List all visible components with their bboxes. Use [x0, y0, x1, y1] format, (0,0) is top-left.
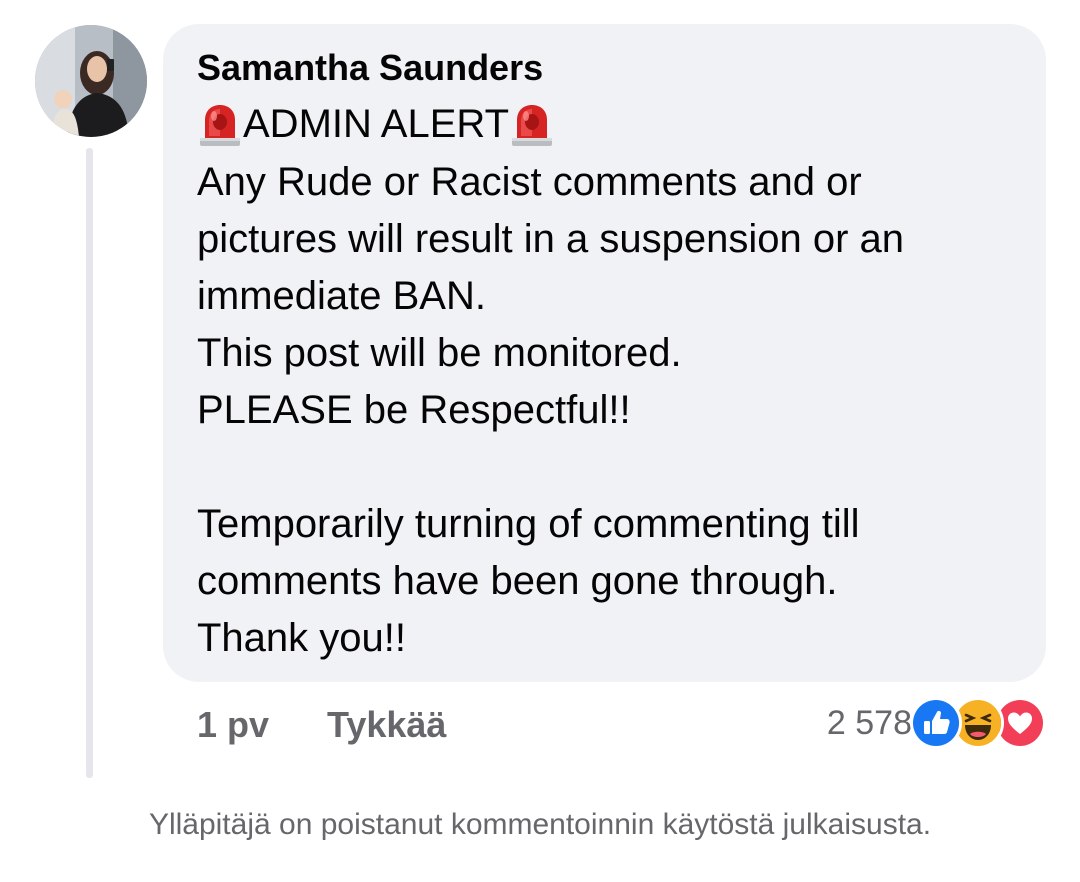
- reactions-summary[interactable]: 2 578: [827, 697, 1046, 749]
- admin-alert-title: ADMIN ALERT: [243, 102, 509, 146]
- comment-text-line: Thank you!!: [197, 616, 407, 660]
- comment-timestamp[interactable]: 1 pv: [197, 703, 269, 747]
- comment-text-line: pictures will result in a suspension or …: [197, 217, 905, 261]
- comment-text-line: PLEASE be Respectful!!: [197, 388, 631, 432]
- comment-text-line: This post will be monitored.: [197, 331, 682, 375]
- like-button[interactable]: Tykkää: [327, 703, 446, 747]
- comment-text-line: Any Rude or Racist comments and or: [197, 160, 862, 204]
- thread-line: [86, 148, 93, 778]
- avatar[interactable]: [35, 25, 147, 137]
- reaction-count: 2 578: [826, 704, 912, 742]
- like-icon: [910, 697, 962, 749]
- comment-thread: Samantha Saunders ADMIN ALERT Any Rude o…: [0, 0, 1080, 882]
- police-siren-icon: [509, 100, 555, 148]
- comment-author[interactable]: Samantha Saunders: [197, 46, 543, 90]
- admin-alert-line: ADMIN ALERT: [197, 100, 555, 148]
- police-siren-icon: [197, 100, 243, 148]
- comments-disabled-notice: Ylläpitäjä on poistanut kommentoinnin kä…: [148, 808, 932, 841]
- comment-text-line: immediate BAN.: [197, 274, 486, 318]
- comment-text-line: comments have been gone through.: [197, 559, 838, 603]
- comment-text-line: Temporarily turning of commenting till: [197, 502, 860, 546]
